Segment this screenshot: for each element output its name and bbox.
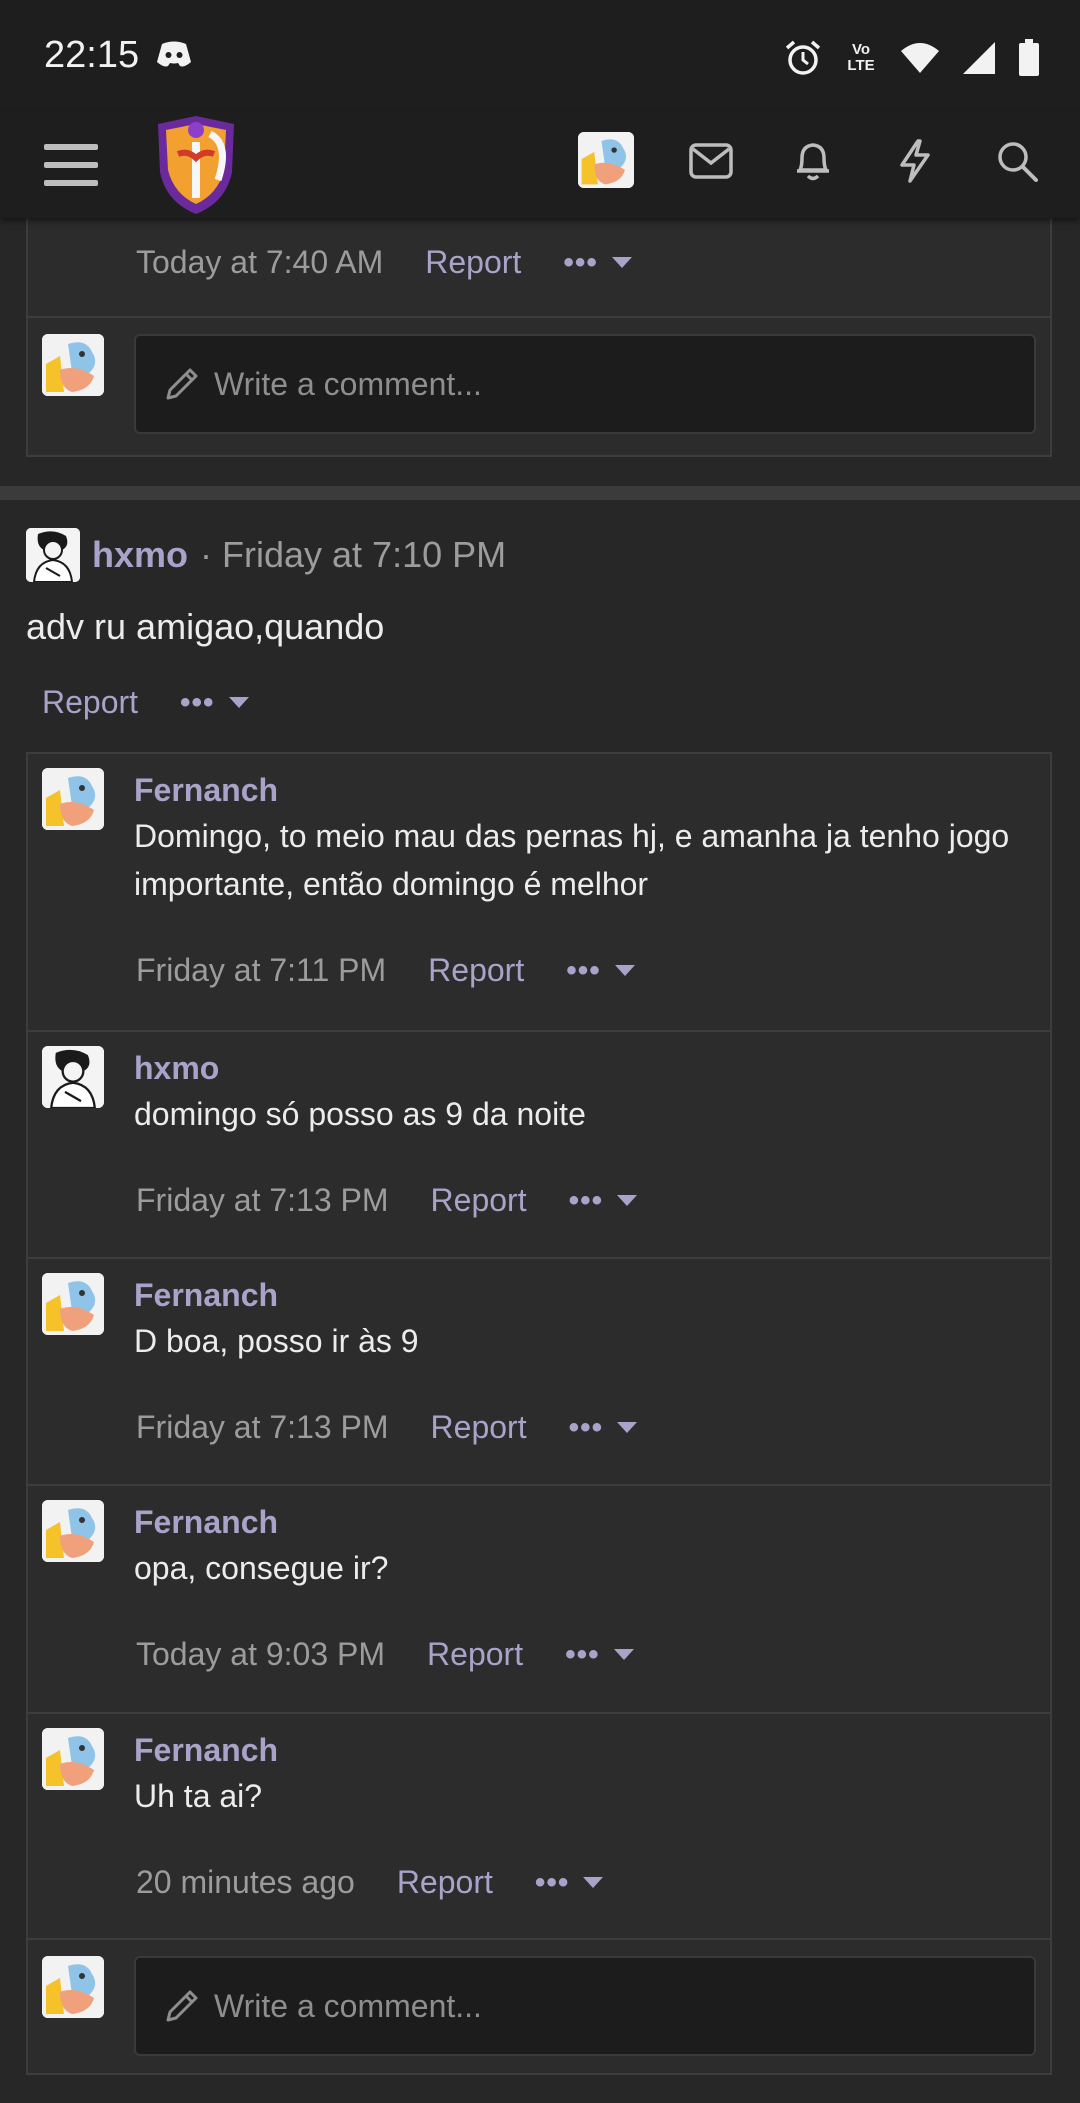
write-comment-placeholder: Write a comment... [214, 1987, 482, 2024]
more-dots-icon: ••• [568, 1410, 604, 1444]
comment-author[interactable]: Fernanch [134, 1277, 278, 1314]
more-options-button[interactable]: ••• [569, 1184, 638, 1218]
comment-text: D boa, posso ir às 9 [134, 1323, 419, 1359]
avatar [42, 334, 104, 396]
comment-time[interactable]: Friday at 7:13 PM [136, 1409, 389, 1446]
comment-item: Fernanch Uh ta ai? 20 minutes ago Report… [28, 1712, 1050, 1940]
comment-meta: Friday at 7:13 PM Report ••• [136, 1409, 638, 1446]
write-comment-placeholder: Write a comment... [214, 365, 482, 402]
comment-time: Today at 7:40 AM [136, 244, 384, 280]
comment-meta: Today at 9:03 PM Report ••• [136, 1636, 634, 1673]
avatar[interactable] [26, 528, 80, 582]
report-link[interactable]: Report [42, 684, 138, 721]
write-comment-row: Write a comment... [28, 1938, 1050, 2075]
comment-thread: Fernanch Domingo, to meio mau das pernas… [26, 752, 1052, 2075]
post-date[interactable]: · Friday at 7:10 PM [200, 534, 506, 576]
write-comment-input[interactable]: Write a comment... [134, 334, 1036, 434]
post-meta: Report ••• [42, 684, 249, 721]
chevron-down-icon [617, 1195, 638, 1206]
comment-meta: 20 minutes ago Report ••• [136, 1864, 604, 1901]
more-options-button[interactable]: ••• [566, 954, 635, 988]
site-logo[interactable] [146, 114, 246, 218]
comment-author[interactable]: Fernanch [134, 1732, 278, 1769]
more-dots-icon: ••• [534, 1865, 570, 1899]
comment-item: Fernanch opa, consegue ir? Today at 9:03… [28, 1484, 1050, 1714]
more-options-button[interactable]: ••• [569, 1411, 638, 1445]
menu-icon[interactable] [38, 132, 104, 198]
mail-icon[interactable] [680, 130, 742, 192]
chevron-down-icon [617, 1422, 638, 1433]
search-icon[interactable] [986, 130, 1048, 192]
chevron-down-icon [611, 257, 632, 268]
comment-author[interactable]: hxmo [134, 1050, 219, 1087]
pencil-icon [166, 1990, 198, 2022]
comment-author[interactable]: Fernanch [134, 772, 278, 809]
pencil-icon [166, 368, 198, 400]
comment-text: opa, consegue ir? [134, 1550, 389, 1586]
comment-time[interactable]: 20 minutes ago [136, 1864, 355, 1901]
bell-icon[interactable] [782, 130, 844, 192]
more-dots-icon: ••• [565, 1637, 600, 1671]
more-options-button[interactable]: ••• [565, 1638, 634, 1672]
volte-icon: Vo LTE [847, 41, 875, 74]
write-comment-input[interactable]: Write a comment... [134, 1956, 1036, 2056]
comment-item: Fernanch D boa, posso ir às 9 Friday at … [28, 1257, 1050, 1486]
post-header: hxmo · Friday at 7:10 PM [26, 528, 506, 582]
avatar[interactable] [42, 1273, 104, 1335]
bolt-icon[interactable] [884, 130, 946, 192]
alarm-icon [785, 40, 821, 75]
more-dots-icon: ••• [566, 953, 601, 987]
more-options-button[interactable]: ••• [180, 686, 249, 720]
status-time: 22:15 [44, 34, 140, 76]
more-dots-icon: ••• [180, 685, 215, 719]
more-dots-icon: ••• [563, 245, 598, 279]
battery-icon [1019, 39, 1039, 76]
comment-meta: Friday at 7:13 PM Report ••• [136, 1182, 638, 1219]
avatar[interactable] [42, 1500, 104, 1562]
comment-text: Domingo, to meio mau das pernas hj, e am… [134, 818, 1010, 902]
chevron-down-icon [614, 965, 635, 976]
comment-item: hxmo domingo só posso as 9 da noite Frid… [28, 1030, 1050, 1259]
comment-thread-previous: Today at 7:40 AM Report ••• Write a comm… [26, 208, 1052, 457]
chevron-down-icon [228, 697, 249, 708]
user-avatar[interactable] [578, 132, 634, 188]
report-link[interactable]: Report [428, 952, 524, 989]
report-link[interactable]: Report [431, 1182, 527, 1219]
avatar [42, 1956, 104, 2018]
discord-icon [157, 41, 191, 67]
comment-meta: Friday at 7:11 PM Report ••• [136, 952, 635, 989]
app-bar [0, 112, 1080, 218]
report-link[interactable]: Report [425, 244, 521, 281]
comment-meta: Today at 7:40 AM Report ••• [136, 244, 632, 281]
post-separator [0, 486, 1080, 500]
more-options-button[interactable]: ••• [563, 246, 632, 280]
report-link[interactable]: Report [397, 1864, 493, 1901]
wifi-icon [901, 43, 939, 73]
post-text: adv ru amigao,quando [26, 606, 385, 647]
avatar[interactable] [42, 768, 104, 830]
more-dots-icon: ••• [568, 1183, 604, 1217]
status-bar: 22:15 Vo LTE [0, 0, 1080, 112]
avatar[interactable] [42, 1046, 104, 1108]
more-options-button[interactable]: ••• [535, 1866, 604, 1900]
chevron-down-icon [583, 1877, 604, 1888]
comment-text: domingo só posso as 9 da noite [134, 1096, 586, 1132]
comment-author[interactable]: Fernanch [134, 1504, 278, 1541]
comment-text: Uh ta ai? [134, 1778, 263, 1814]
write-comment-row: Write a comment... [28, 316, 1050, 457]
chevron-down-icon [613, 1649, 634, 1660]
comment-item: Fernanch Domingo, to meio mau das pernas… [28, 754, 1050, 1030]
signal-icon [963, 42, 995, 74]
avatar[interactable] [42, 1728, 104, 1790]
report-link[interactable]: Report [427, 1636, 523, 1673]
post-author[interactable]: hxmo [92, 534, 188, 576]
comment-time[interactable]: Friday at 7:11 PM [136, 952, 386, 989]
report-link[interactable]: Report [431, 1409, 527, 1446]
comment-time[interactable]: Friday at 7:13 PM [136, 1182, 389, 1219]
comment-time[interactable]: Today at 9:03 PM [136, 1636, 385, 1673]
